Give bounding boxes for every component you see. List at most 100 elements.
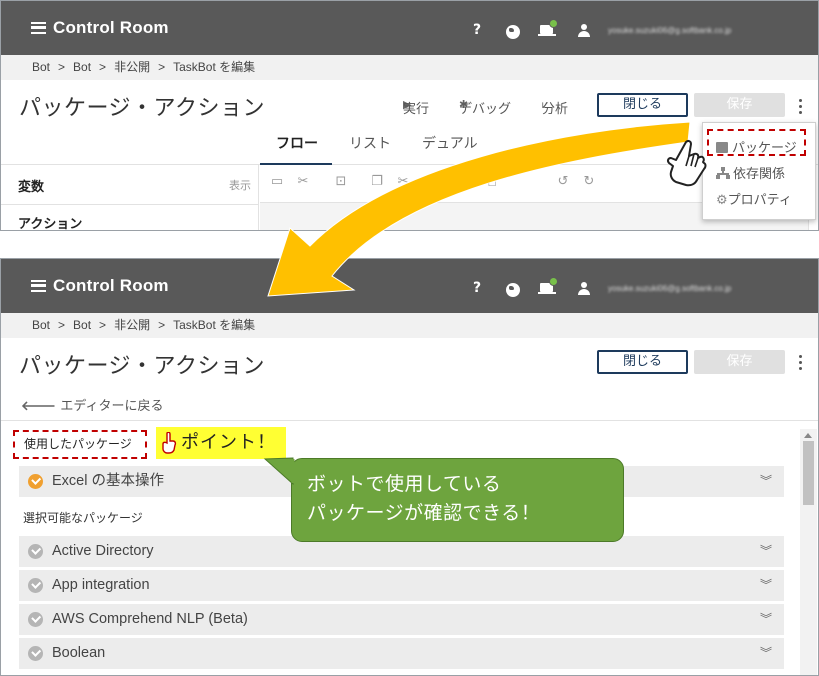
clipboard-icon[interactable]: ⎗ xyxy=(484,175,498,189)
back-label: エディターに戻る xyxy=(60,399,164,414)
back-to-editor-link[interactable]: 🡐 エディターに戻る xyxy=(21,395,163,414)
tab-flow[interactable]: フロー xyxy=(276,133,318,153)
help-icon[interactable]: ? xyxy=(473,23,481,37)
hamburger-menu-icon[interactable] xyxy=(31,280,46,292)
breadcrumb-item[interactable]: 非公開 xyxy=(114,60,150,74)
divider xyxy=(1,420,818,421)
add-icon[interactable]: ⊡ xyxy=(334,175,348,189)
chevron-double-down-icon[interactable]: ︾ xyxy=(760,536,772,567)
check-circle-icon xyxy=(28,646,43,661)
breadcrumb-item[interactable]: 非公開 xyxy=(114,318,150,332)
breadcrumb-item[interactable]: Bot xyxy=(73,60,91,74)
chevron-double-down-icon[interactable]: ︾ xyxy=(760,604,772,635)
scroll-up-icon[interactable] xyxy=(804,433,812,438)
analyze-label: 分析 xyxy=(542,102,569,117)
user-icon[interactable] xyxy=(578,24,590,38)
chevron-double-down-icon[interactable]: ︾ xyxy=(760,570,772,601)
bot-status-icon[interactable] xyxy=(538,277,558,296)
available-package-row[interactable]: App integration ︾ xyxy=(19,570,784,601)
used-packages-heading: 使用したパッケージ xyxy=(13,430,147,459)
chevron-double-down-icon[interactable]: ︾ xyxy=(760,638,772,669)
breadcrumb-item[interactable]: Bot xyxy=(32,60,50,74)
cut-icon[interactable]: ✂ xyxy=(396,175,410,189)
breadcrumb-separator: > xyxy=(158,60,166,74)
debug-label: デバッグ xyxy=(459,102,512,117)
package-name: AWS Comprehend NLP (Beta) xyxy=(52,611,248,627)
breadcrumb-separator: > xyxy=(58,60,66,74)
more-options-icon[interactable] xyxy=(799,99,803,117)
hamburger-menu-icon[interactable] xyxy=(31,22,46,34)
undo-icon[interactable]: ↺ xyxy=(556,175,570,189)
user-email: yosuke.suzuki06@g.softbank.co.jp xyxy=(608,26,732,35)
available-package-row[interactable]: AWS Comprehend NLP (Beta) ︾ xyxy=(19,604,784,635)
app-logo[interactable]: Control Room xyxy=(31,18,169,38)
redo-icon[interactable]: ↻ xyxy=(582,175,596,189)
save-button[interactable]: 保存 xyxy=(694,93,785,117)
app-header: Control Room ? yosuke.suzuki06@g.softban… xyxy=(1,259,818,313)
arrow-left-icon: 🡐 xyxy=(21,399,61,414)
available-package-row[interactable]: Boolean ︾ xyxy=(19,638,784,669)
check-circle-icon xyxy=(28,578,43,593)
hierarchy-icon xyxy=(716,167,730,179)
more-options-icon[interactable] xyxy=(799,355,803,373)
breadcrumb-separator: > xyxy=(99,318,107,332)
app-title: Control Room xyxy=(53,276,169,295)
breadcrumb-item-current: TaskBot を編集 xyxy=(173,60,256,74)
menu-item-label: 依存関係 xyxy=(733,167,786,182)
page-title: パッケージ・アクション xyxy=(19,96,265,121)
pointing-finger-icon xyxy=(162,432,177,454)
packages-highlight-box xyxy=(707,129,806,156)
menu-item-dependencies[interactable]: 依存関係 xyxy=(716,163,785,182)
chevron-double-down-icon[interactable]: ︾ xyxy=(760,466,772,497)
package-name: Excel の基本操作 xyxy=(52,473,164,489)
package-name: Boolean xyxy=(52,645,106,661)
help-icon[interactable]: ? xyxy=(473,281,481,295)
breadcrumb-separator: > xyxy=(99,60,107,74)
disable-icon[interactable]: ✂ xyxy=(296,175,310,189)
globe-icon[interactable] xyxy=(506,25,520,39)
breadcrumb-item[interactable]: Bot xyxy=(73,318,91,332)
callout-pointer xyxy=(263,457,295,486)
pointing-hand-icon xyxy=(666,139,707,187)
app-logo[interactable]: Control Room xyxy=(31,276,169,296)
globe-icon[interactable] xyxy=(506,283,520,297)
user-email: yosuke.suzuki06@g.softbank.co.jp xyxy=(608,284,732,293)
breadcrumb-item[interactable]: Bot xyxy=(32,318,50,332)
available-packages-heading: 選択可能なパッケージ xyxy=(23,511,143,525)
point-label: ポイント！ xyxy=(181,432,276,453)
breadcrumb: Bot > Bot > 非公開 > TaskBot を編集 xyxy=(1,313,818,338)
scrollbar[interactable] xyxy=(800,429,817,675)
actions-heading: アクション xyxy=(18,217,83,231)
scrollbar-thumb[interactable] xyxy=(803,441,814,505)
close-button[interactable]: 閉じる xyxy=(597,350,688,374)
point-badge: ポイント！ xyxy=(156,427,286,459)
app-title: Control Room xyxy=(53,18,169,37)
run-label: 実行 xyxy=(403,102,430,117)
copy-icon[interactable]: ❐ xyxy=(370,175,384,189)
breadcrumb: Bot > Bot > 非公開 > TaskBot を編集 xyxy=(1,55,818,80)
breadcrumb-item-current: TaskBot を編集 xyxy=(173,318,256,332)
save-button[interactable]: 保存 xyxy=(694,350,785,374)
user-icon[interactable] xyxy=(578,282,590,296)
callout-line-2: パッケージが確認できる！ xyxy=(307,502,541,524)
check-circle-icon xyxy=(28,612,43,627)
side-pane: 変数 表示 アクション xyxy=(1,165,259,231)
bot-status-icon[interactable] xyxy=(538,19,558,38)
record-icon[interactable]: ▭ xyxy=(270,175,284,189)
show-toggle[interactable]: 表示 xyxy=(229,177,251,193)
delete-icon[interactable]: ▥ xyxy=(422,175,436,189)
check-circle-icon xyxy=(28,474,43,489)
close-button[interactable]: 閉じる xyxy=(597,93,688,117)
breadcrumb-separator: > xyxy=(58,318,66,332)
explanation-callout: ボットで使用している パッケージが確認できる！ xyxy=(263,457,624,542)
tab-list[interactable]: リスト xyxy=(349,133,391,153)
menu-item-properties[interactable]: ⚙プロパティ xyxy=(716,189,792,208)
app-header: Control Room ? yosuke.suzuki06@g.softban… xyxy=(1,1,818,55)
tab-dual[interactable]: デュアル xyxy=(422,133,478,153)
editor-screenshot: Control Room ? yosuke.suzuki06@g.softban… xyxy=(0,0,819,231)
paste-icon[interactable]: ⎘ xyxy=(458,175,472,189)
callout-line-1: ボットで使用している xyxy=(307,473,502,495)
package-name: App integration xyxy=(52,577,150,593)
gear-icon: ⚙ xyxy=(716,193,728,208)
breadcrumb-separator: > xyxy=(158,318,166,332)
